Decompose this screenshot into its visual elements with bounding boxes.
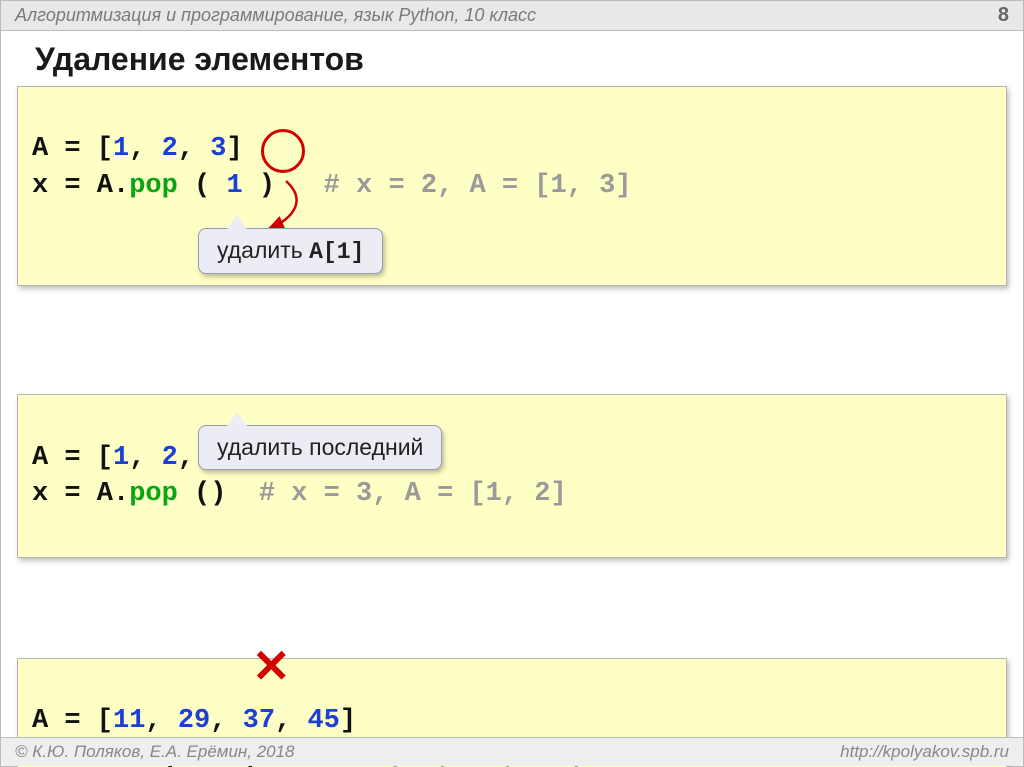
red-cross-annotation: ✕ (252, 647, 291, 693)
footer-copyright: © К.Ю. Поляков, Е.А. Ерёмин, 2018 (15, 742, 295, 762)
slide-footer: © К.Ю. Поляков, Е.А. Ерёмин, 2018 http:/… (1, 737, 1023, 766)
callout-delete-last: удалить последний (198, 425, 442, 470)
slide-title: Удаление элементов (35, 41, 1023, 78)
header-subject: Алгоритмизация и программирование, язык … (15, 5, 536, 26)
code-block-1: A = [1, 2, 3] x = A.pop ( 1 ) # x = 2, A… (17, 86, 1007, 286)
red-circle-annotation (261, 129, 305, 173)
slide: Алгоритмизация и программирование, язык … (0, 0, 1024, 767)
footer-url: http://kpolyakov.spb.ru (840, 742, 1009, 762)
slide-header: Алгоритмизация и программирование, язык … (1, 1, 1023, 31)
code-block-2: A = [1, 2, 3] x = A.pop () # x = 3, A = … (17, 394, 1007, 558)
page-number: 8 (998, 4, 1009, 27)
callout-delete-index: удалить A[1] (198, 228, 383, 274)
